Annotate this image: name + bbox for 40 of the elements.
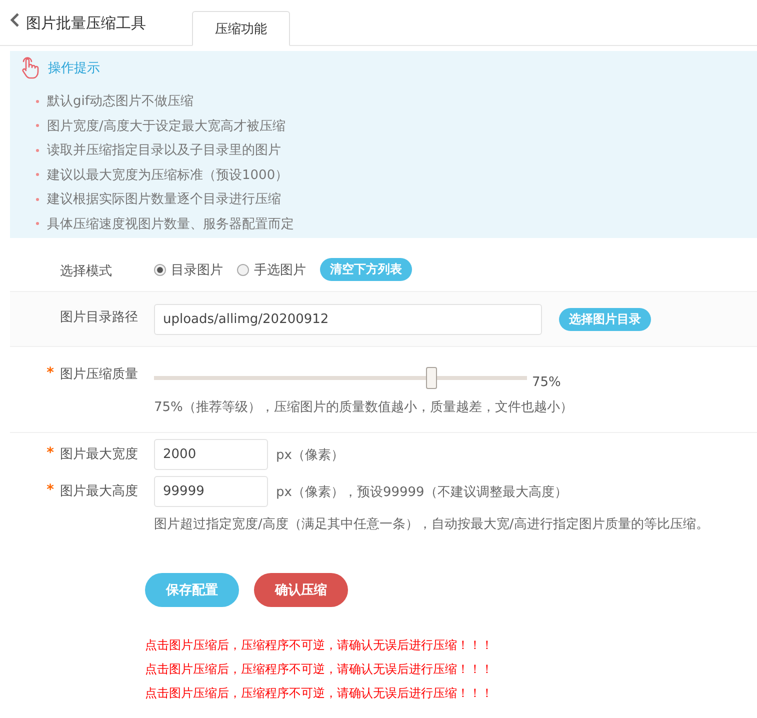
field-label: 图片压缩质量 — [60, 366, 139, 383]
tip-text: 图片宽度/高度大于设定最大宽高才被压缩 — [47, 118, 286, 135]
required-mark: * — [46, 445, 54, 461]
slider-reading: 75% — [532, 375, 561, 390]
directory-path-field[interactable]: uploads/allimg/20200912 — [154, 304, 542, 335]
confirm-button[interactable]: 确认压缩 — [254, 573, 348, 607]
field-label: 图片最大高度 — [60, 483, 139, 500]
tip-text: 默认gif动态图片不做压缩 — [47, 93, 194, 110]
field-label: 选择模式 — [60, 263, 113, 280]
warning-text: 点击图片压缩后，压缩程序不可逆，请确认无误后进行压缩！！！ — [145, 661, 494, 678]
bullet-icon — [36, 148, 39, 152]
required-mark: * — [46, 365, 54, 381]
page-title: 图片批量压缩工具 — [26, 14, 147, 33]
size-field[interactable]: 2000 — [154, 439, 268, 470]
warning-text: 点击图片压缩后，压缩程序不可逆，请确认无误后进行压缩！！！ — [145, 637, 494, 654]
field-label: 图片目录路径 — [60, 309, 139, 326]
tip-text: 具体压缩速度视图片数量、服务器配置而定 — [47, 216, 294, 233]
size-field[interactable]: 99999 — [154, 476, 268, 507]
tip-text: 建议根据实际图片数量逐个目录进行压缩 — [47, 191, 281, 208]
warning-text: 点击图片压缩后，压缩程序不可逆，请确认无误后进行压缩！！！ — [145, 685, 494, 702]
quality-hint: 75%（推荐等级），压缩图片的质量数值越小，质量越差，文件也越小） — [154, 399, 574, 416]
tip-text: 建议以最大宽度为压缩标准（预设1000） — [47, 166, 288, 184]
unit-note: px（像素），预设99999（不建议调整最大高度） — [276, 484, 568, 500]
back-icon[interactable] — [10, 13, 20, 27]
unit-note: px（像素） — [276, 446, 344, 464]
pointing-hand-icon — [20, 57, 40, 79]
bullet-icon — [36, 222, 39, 226]
tips-title: 操作提示 — [48, 60, 100, 77]
radio-option[interactable]: 手选图片 — [237, 260, 306, 278]
field-label: 图片最大宽度 — [60, 446, 139, 463]
radio-option[interactable]: 目录图片 — [154, 260, 223, 278]
required-mark: * — [46, 482, 54, 498]
size-hint: 图片超过指定宽度/高度（满足其中任意一条），自动按最大宽/高进行指定图片质量的等比压缩。 — [154, 516, 710, 533]
tip-text: 读取并压缩指定目录以及子目录里的图片 — [47, 142, 281, 160]
bullet-icon — [36, 100, 39, 103]
bullet-icon — [36, 124, 39, 128]
bullet-icon — [36, 198, 39, 201]
tab[interactable]: 压缩功能 — [192, 11, 290, 46]
slider-thumb[interactable] — [426, 366, 436, 388]
bullet-icon — [36, 173, 39, 176]
